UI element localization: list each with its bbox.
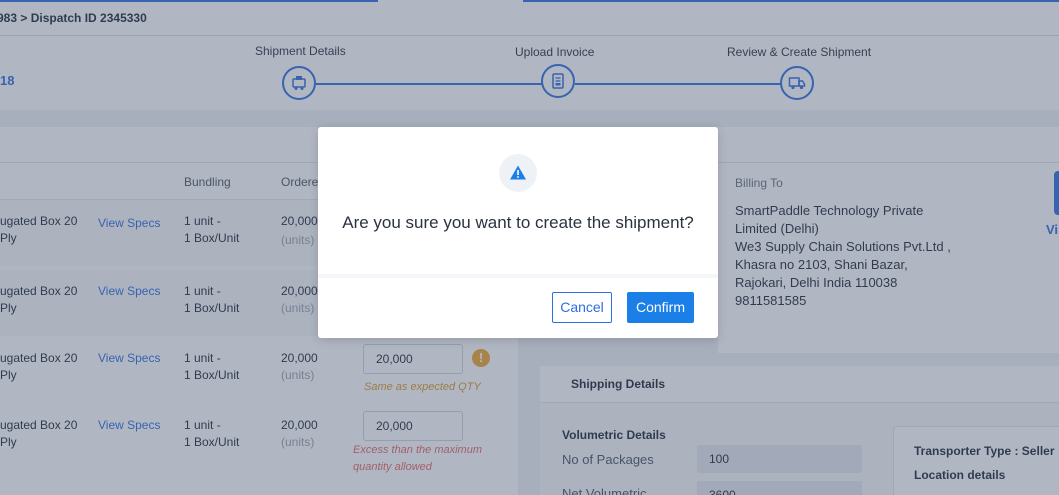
- modal-icon-badge: [499, 154, 537, 192]
- warning-triangle-icon: [510, 165, 526, 180]
- confirm-dialog: Are you sure you want to create the ship…: [318, 127, 718, 338]
- confirm-button[interactable]: Confirm: [627, 292, 694, 323]
- dialog-divider: [318, 274, 718, 278]
- dialog-message: Are you sure you want to create the ship…: [342, 213, 694, 232]
- cancel-button[interactable]: Cancel: [552, 292, 612, 323]
